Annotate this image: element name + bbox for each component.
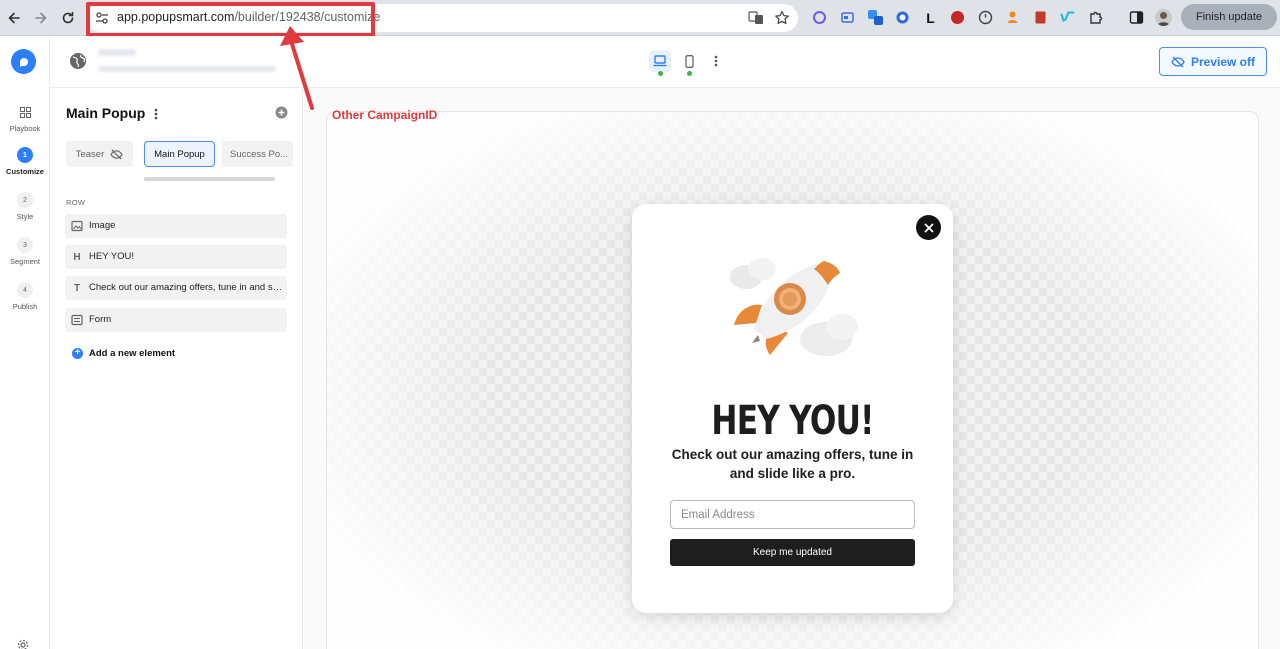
more-options-icon[interactable] [710, 54, 722, 68]
panel-title: Main Popup [66, 105, 146, 121]
email-field[interactable] [670, 500, 915, 529]
profile-avatar[interactable] [1155, 9, 1172, 26]
rail-label: Segment [9, 257, 41, 266]
popupsmart-logo[interactable] [11, 49, 36, 74]
panel-more-icon[interactable] [152, 107, 160, 121]
image-icon [71, 220, 83, 232]
keep-me-updated-button[interactable]: Keep me updated [670, 539, 915, 566]
app-left-rail: Playbook 1 Customize 2 Style 3 Segment 4… [0, 36, 50, 649]
reload-icon[interactable] [58, 8, 78, 28]
preview-toggle-button[interactable]: Preview off [1159, 47, 1267, 76]
tabs-scrollbar[interactable] [144, 177, 275, 181]
rail-item-playbook[interactable]: Playbook [0, 104, 50, 133]
step-number-badge: 2 [17, 192, 33, 208]
close-icon [924, 223, 933, 232]
preview-label: Preview off [1190, 54, 1256, 69]
extensions-puzzle-icon[interactable] [1087, 9, 1104, 26]
campaign-annotation: Other CampaignID [332, 108, 438, 122]
layers-panel: Main Popup Teaser Main Popup Success Po.… [50, 88, 303, 649]
tab-teaser[interactable]: Teaser [66, 141, 133, 167]
rail-item-publish[interactable]: 4 Publish [0, 282, 50, 311]
layer-label: Image [89, 220, 116, 231]
rail-item-customize[interactable]: 1 Customize [0, 147, 50, 176]
extension-circle-icon[interactable] [811, 9, 828, 26]
annotation-arrow [280, 26, 314, 110]
rocket-illustration [730, 258, 858, 356]
rail-label: Style [16, 212, 34, 221]
laptop-icon [653, 55, 667, 67]
form-icon [71, 314, 83, 326]
section-label: ROW [66, 198, 86, 207]
tab-success-popup[interactable]: Success Po... [222, 141, 293, 167]
desktop-view-button[interactable] [649, 50, 671, 72]
globe-icon[interactable] [69, 52, 87, 70]
url-highlight-annotation [86, 2, 375, 37]
eye-off-icon [1171, 56, 1185, 67]
finish-update-button[interactable]: Finish update [1181, 4, 1277, 30]
tab-main-popup[interactable]: Main Popup [144, 141, 215, 167]
app-header: Preview off [50, 36, 1280, 88]
popup-description[interactable]: Check out our amazing offers, tune in an… [662, 445, 923, 483]
grid-icon [17, 104, 33, 120]
layer-item-form[interactable]: Form [65, 308, 287, 332]
mobile-active-dot [687, 71, 692, 76]
layer-label: HEY YOU! [89, 251, 135, 262]
text-icon: T [73, 282, 81, 294]
blurred-website-name [98, 49, 136, 56]
eye-off-icon [110, 148, 123, 160]
layer-item-text[interactable]: T Check out our amazing offers, tune in … [65, 276, 287, 300]
step-number-badge: 4 [17, 282, 33, 298]
extension-l-icon[interactable]: L [922, 9, 939, 26]
add-element-label: Add a new element [89, 347, 176, 359]
rail-label: Customize [6, 167, 44, 176]
desktop-active-dot [658, 71, 663, 76]
layer-item-image[interactable]: Image [65, 214, 287, 238]
rail-label: Publish [12, 302, 38, 311]
mobile-icon [684, 54, 694, 68]
translate-icon[interactable] [748, 10, 764, 26]
extension-book-icon[interactable] [1032, 9, 1049, 26]
extension-target-icon[interactable] [894, 9, 911, 26]
add-element-button[interactable]: + Add a new element [72, 346, 175, 360]
rail-item-style[interactable]: 2 Style [0, 192, 50, 221]
extension-puzzle-blue-icon[interactable] [867, 9, 884, 26]
layer-item-heading[interactable]: H HEY YOU! [65, 245, 287, 269]
forward-icon[interactable] [31, 8, 51, 28]
step-number-badge: 1 [17, 147, 33, 163]
extension-window-icon[interactable] [839, 9, 856, 26]
blurred-website-url [98, 66, 276, 72]
mobile-view-button[interactable] [678, 50, 700, 72]
extension-orange-icon[interactable] [1004, 9, 1021, 26]
extension-vimeo-icon[interactable] [1059, 9, 1076, 26]
popup-close-button[interactable] [916, 215, 941, 240]
layer-label: Form [89, 314, 112, 325]
extension-clock-icon[interactable] [977, 9, 994, 26]
layer-label: Check out our amazing offers, tune in an… [89, 282, 283, 293]
tab-label: Teaser [75, 148, 105, 160]
back-icon[interactable] [4, 8, 24, 28]
bookmark-star-icon[interactable] [774, 10, 790, 26]
rail-item-segment[interactable]: 3 Segment [0, 237, 50, 266]
heading-icon: H [73, 251, 81, 263]
rail-label: Playbook [9, 124, 41, 133]
popup-heading[interactable]: HEY YOU! [667, 398, 917, 444]
settings-gear-icon[interactable] [17, 639, 29, 649]
extension-red-icon[interactable] [949, 9, 966, 26]
step-number-badge: 3 [17, 237, 33, 253]
plus-icon: + [72, 347, 83, 359]
side-panel-icon[interactable] [1128, 9, 1145, 26]
popup-preview[interactable]: HEY YOU! Check out our amazing offers, t… [632, 204, 953, 613]
